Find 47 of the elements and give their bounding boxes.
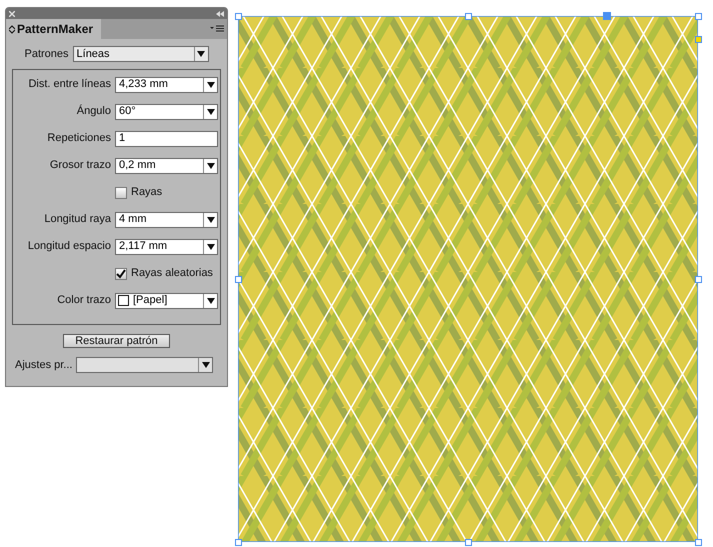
reset-pattern-button[interactable]: Restaurar patrón [63,334,170,348]
selection-handle[interactable] [695,539,702,546]
dropdown-field[interactable]: 4,233 mm [115,76,218,92]
field-label: Repeticiones [46,131,111,146]
field-label: Patrones [24,46,69,62]
close-icon[interactable] [9,10,15,16]
field-label: Longitud espacio [26,239,111,254]
dropdown-arrow-icon [206,298,214,304]
selection-handle[interactable] [695,276,702,283]
checkbox[interactable] [115,268,127,280]
dropdown-arrow-icon [197,51,206,57]
panel-menu-icon[interactable] [210,25,224,33]
selection-handle[interactable] [235,13,242,20]
dropdown-field[interactable]: 2,117 mm [115,238,218,254]
dropdown-field[interactable]: 60° [115,104,218,120]
selection-handle[interactable] [465,13,472,20]
checkbox[interactable] [115,186,127,198]
field-label: Ángulo [76,104,111,120]
panel-tab[interactable]: PatternMaker [6,19,102,39]
dropdown-arrow-icon [206,244,214,250]
frame-handle[interactable] [695,36,702,43]
dropdown-field[interactable]: 4 mm [115,212,218,228]
dropdown-arrow-icon [206,108,214,114]
input-field[interactable]: 1 [115,130,218,146]
dropdown-arrow-icon [206,162,214,168]
selection-handle[interactable] [235,539,242,546]
selection-handle[interactable] [603,12,611,20]
expand-collapse-icon [9,24,15,34]
selection-handle[interactable] [465,539,472,546]
selection-handle[interactable] [695,13,702,20]
checkmark-icon [116,268,126,278]
dropdown-arrow-icon [202,362,210,368]
field-label: Color trazo [56,293,111,308]
dropdown-field[interactable]: Líneas [72,46,209,62]
presets-dropdown[interactable] [76,357,214,374]
dropdown-field[interactable]: [Papel] [115,292,218,308]
field-label: Dist. entre líneas [27,77,111,92]
selection-handle[interactable] [235,276,242,283]
collapse-icon[interactable] [216,10,224,16]
checkbox-label: Rayas [131,185,162,200]
field-label: Grosor trazo [48,158,111,174]
dropdown-arrow-icon [206,82,214,88]
checkbox-label: Rayas aleatorias [131,266,213,282]
field-label: Ajustes pr... [15,358,72,373]
dropdown-field[interactable]: 0,2 mm [115,158,218,174]
dropdown-arrow-icon [206,216,214,222]
field-label: Longitud raya [43,212,111,228]
